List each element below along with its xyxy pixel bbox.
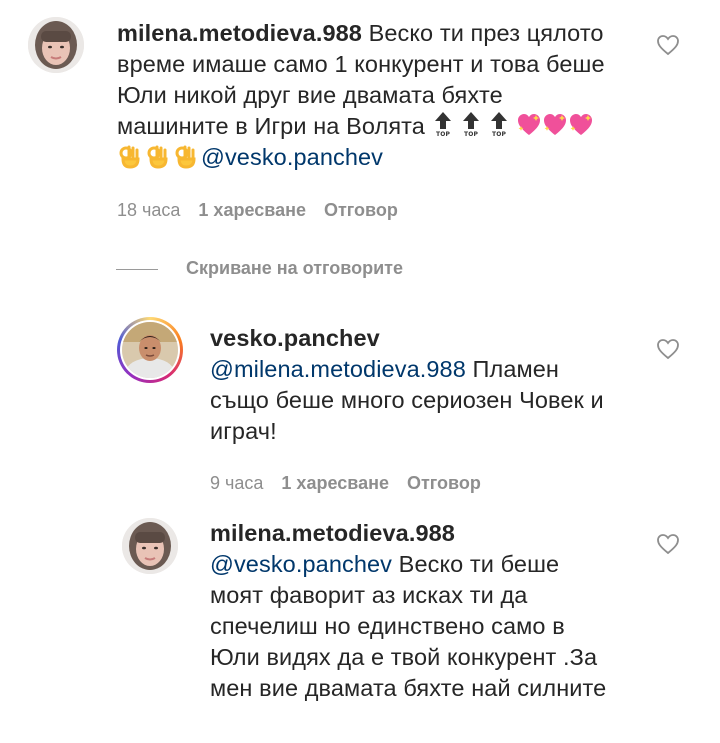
comment-time: 9 часа [210,473,264,493]
reply-button[interactable]: Отговор [407,473,481,493]
comment-body-line: време имаше само 1 конкурент и това беше [117,51,605,77]
comment-body-line: спечелиш но единствено само в [210,613,565,639]
avatar[interactable] [122,518,178,574]
comment-meta: 18 часа 1 харесване Отговор [117,200,398,221]
comment-username[interactable]: milena.metodieva.988 [210,520,455,546]
comment-text: milena.metodieva.988 @vesko.panchev Веск… [210,518,650,704]
avatar-photo-milena [28,17,84,73]
comment-time: 18 часа [117,200,181,220]
sparkling-heart-emoji [568,113,594,137]
comment-text: milena.metodieva.988 Веско ти през цялот… [117,18,657,173]
svg-text:TOP: TOP [492,131,506,137]
sparkling-heart-emoji [542,113,568,137]
top-arrow-emoji: TOP [460,111,482,138]
hide-replies-divider [116,269,158,270]
comment-username[interactable]: vesko.panchev [210,325,380,351]
avatar-photo-milena [122,518,178,574]
like-heart-icon[interactable] [656,34,680,56]
comment-body-line: машините в Игри на Волята [117,113,425,139]
comment-username[interactable]: milena.metodieva.988 [117,20,362,46]
comment-body-line: също беше много сериозен Човек и [210,387,604,413]
comment-text: vesko.panchev @milena.metodieva.988 Плам… [210,323,650,447]
comment-body-line: Веско ти през цялото [368,20,604,46]
likes-count[interactable]: 1 харесване [198,200,306,220]
comment-body-line: Юли никой друг вие двамата бяхте [117,82,503,108]
like-heart-icon[interactable] [656,533,680,555]
like-heart-icon[interactable] [656,338,680,360]
story-ring[interactable] [117,317,183,383]
mention-link[interactable]: @vesko.panchev [210,551,392,577]
ok-hand-emoji [145,143,169,169]
comment-body-line: играч! [210,418,277,444]
svg-text:TOP: TOP [436,131,450,137]
mention-link[interactable]: @vesko.panchev [201,144,383,170]
top-arrow-emoji: TOP [488,111,510,138]
comment-body-line: мен вие двамата бяхте най силните [210,675,607,701]
ok-hand-emoji [173,143,197,169]
likes-count[interactable]: 1 харесване [281,473,389,493]
comment-meta: 9 часа 1 харесване Отговор [210,473,481,494]
avatar-photo-vesko [122,322,178,378]
avatar [122,322,178,378]
top-arrow-emoji: TOP [432,111,454,138]
comment-body-line: Юли видях да е твой конкурент .За [210,644,598,670]
svg-text:TOP: TOP [464,131,478,137]
comment-body-line: моят фаворит аз исках ти да [210,582,528,608]
hide-replies-button[interactable]: Скриване на отговорите [186,258,403,279]
avatar[interactable] [28,17,84,73]
mention-link[interactable]: @milena.metodieva.988 [210,356,466,382]
sparkling-heart-emoji [516,113,542,137]
comment-body-line: Веско ти беше [398,551,560,577]
ok-hand-emoji [117,143,141,169]
reply-button[interactable]: Отговор [324,200,398,220]
comment-body-line: Пламен [472,356,559,382]
